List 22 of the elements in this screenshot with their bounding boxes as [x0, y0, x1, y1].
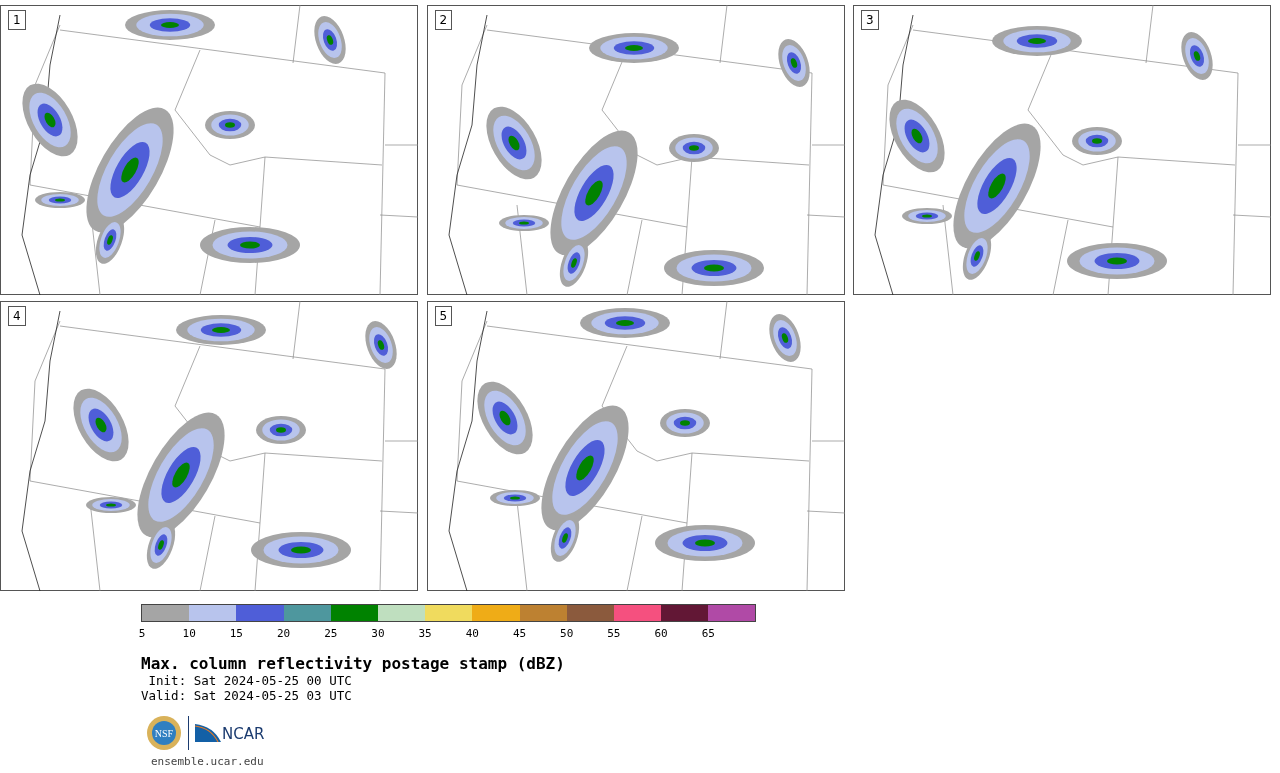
map-number-label: 4	[8, 306, 26, 326]
scale-tick-label: 10	[182, 627, 196, 640]
valid-time-text: Valid: Sat 2024-05-25 03 UTC	[141, 688, 353, 703]
map-number-label: 3	[861, 10, 879, 30]
scale-tick-label: 55	[607, 627, 621, 640]
scale-tick-label: 50	[560, 627, 574, 640]
scale-tick-label: 5	[138, 627, 146, 640]
scale-tick-label: 30	[371, 627, 385, 640]
init-time-text: Init: Sat 2024-05-25 00 UTC	[147, 673, 353, 688]
chart-title: Max. column reflectivity postage stamp (dBZ)	[141, 654, 566, 673]
nsf-seal-logo-icon: NSF	[146, 715, 182, 751]
map-number-label: 1	[8, 10, 26, 30]
scale-tick-label: 15	[229, 627, 243, 640]
scale-tick-label: 40	[465, 627, 479, 640]
scale-tick-label: 25	[324, 627, 338, 640]
ncar-logo: NCAR	[195, 724, 265, 742]
scale-tick-label: 65	[701, 627, 715, 640]
website-url-text: ensemble.ucar.edu	[150, 755, 265, 768]
scale-tick-label: 45	[512, 627, 527, 640]
scale-tick-label: 60	[654, 627, 668, 640]
scale-tick-label: 35	[418, 627, 432, 640]
scale-tick-label: 20	[276, 627, 291, 640]
